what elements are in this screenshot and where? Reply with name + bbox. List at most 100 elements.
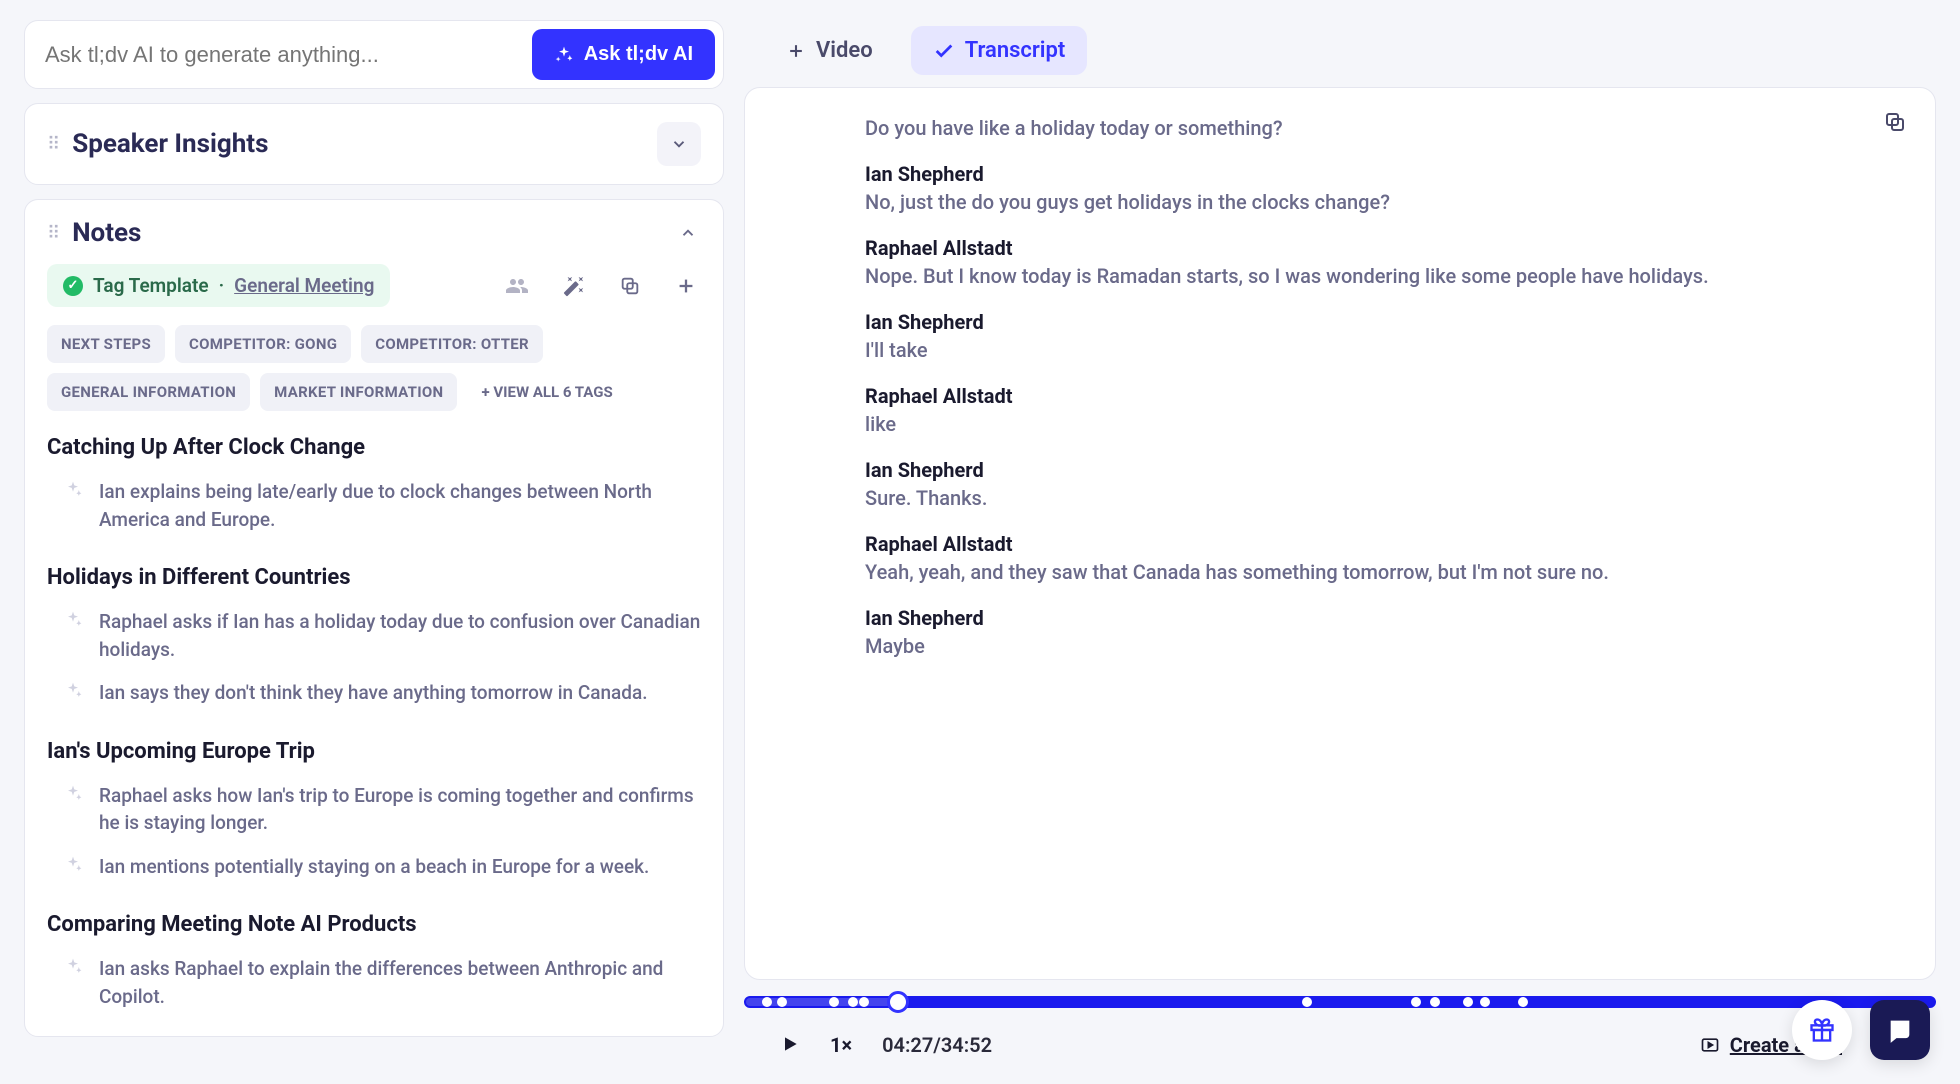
tag-chip[interactable]: COMPETITOR: GONG — [175, 325, 351, 363]
note-section-title: Catching Up After Clock Change — [47, 435, 701, 460]
timeline-marker[interactable] — [1411, 997, 1421, 1007]
plus-icon — [675, 275, 697, 297]
note-text: Ian mentions potentially staying on a be… — [99, 853, 649, 881]
drag-handle-icon[interactable]: ⠿ — [47, 223, 58, 244]
gift-icon — [1808, 1016, 1836, 1044]
note-item[interactable]: Raphael asks if Ian has a holiday today … — [47, 600, 701, 671]
play-icon — [780, 1034, 800, 1054]
view-all-tags[interactable]: + VIEW ALL 6 TAGS — [467, 373, 626, 411]
transcript-line[interactable]: Ian ShepherdMaybe — [865, 604, 1899, 660]
timeline-marker[interactable] — [859, 997, 869, 1007]
check-icon — [933, 40, 955, 62]
tab-video[interactable]: Video — [764, 26, 895, 75]
transcript-line[interactable]: Raphael AllstadtYeah, yeah, and they saw… — [865, 530, 1899, 586]
playback-speed[interactable]: 1× — [830, 1033, 852, 1057]
ai-search-input[interactable] — [33, 32, 522, 78]
note-item[interactable]: Ian mentions potentially staying on a be… — [47, 845, 701, 889]
sparkle-icon — [63, 784, 83, 804]
check-circle-icon: ✓ — [63, 276, 83, 296]
note-text: Ian asks Raphael to explain the differen… — [99, 955, 701, 1010]
note-section-title: Holidays in Different Countries — [47, 565, 701, 590]
transcript-text: Nope. But I know today is Ramadan starts… — [865, 262, 1899, 290]
tab-video-label: Video — [816, 38, 873, 63]
transcript-line[interactable]: Ian ShepherdI'll take — [865, 308, 1899, 364]
timeline-thumb[interactable] — [887, 991, 909, 1013]
speaker-insights-toggle[interactable] — [657, 122, 701, 166]
timeline-marker[interactable] — [777, 997, 787, 1007]
transcript-text: I'll take — [865, 336, 1899, 364]
speaker-insights-panel: ⠿ Speaker Insights — [24, 103, 724, 185]
transcript-line[interactable]: Do you have like a holiday today or some… — [865, 114, 1899, 142]
note-text: Raphael asks if Ian has a holiday today … — [99, 608, 701, 663]
transcript-speaker: Ian Shepherd — [865, 456, 1899, 484]
note-item[interactable]: Ian asks Raphael to explain the differen… — [47, 947, 701, 1018]
notes-panel: ⠿ Notes ✓ Tag Template · General Meeting — [24, 199, 724, 1037]
tab-transcript[interactable]: Transcript — [911, 26, 1088, 75]
tab-transcript-label: Transcript — [965, 38, 1066, 63]
tag-chip[interactable]: COMPETITOR: OTTER — [361, 325, 543, 363]
timeline-marker[interactable] — [1463, 997, 1473, 1007]
note-item[interactable]: Ian explains being late/early due to clo… — [47, 470, 701, 541]
tag-template-badge[interactable]: ✓ Tag Template · General Meeting — [47, 264, 390, 307]
intercom-button[interactable] — [1870, 1000, 1930, 1060]
gift-button[interactable] — [1792, 1000, 1852, 1060]
tag-template-sep: · — [219, 274, 225, 297]
sparkle-icon — [63, 610, 83, 630]
timeline-marker[interactable] — [848, 997, 858, 1007]
play-button[interactable] — [780, 1034, 800, 1057]
people-icon-button[interactable] — [501, 270, 533, 302]
transcript-text: Yeah, yeah, and they saw that Canada has… — [865, 558, 1899, 586]
transcript-text: Maybe — [865, 632, 1899, 660]
transcript-line[interactable]: Ian ShepherdNo, just the do you guys get… — [865, 160, 1899, 216]
transcript-speaker: Raphael Allstadt — [865, 530, 1899, 558]
copy-notes-button[interactable] — [615, 271, 645, 301]
transcript-text: No, just the do you guys get holidays in… — [865, 188, 1899, 216]
chevron-down-icon — [670, 135, 688, 153]
note-item[interactable]: Raphael asks how Ian's trip to Europe is… — [47, 774, 701, 845]
drag-handle-icon[interactable]: ⠿ — [47, 134, 58, 155]
ask-ai-button[interactable]: Ask tl;dv AI — [532, 29, 715, 80]
note-section-title: Ian's Upcoming Europe Trip — [47, 739, 701, 764]
note-item[interactable]: Ian says they don't think they have anyt… — [47, 671, 701, 715]
copy-transcript-button[interactable] — [1883, 110, 1907, 137]
time-display: 04:27/34:52 — [882, 1033, 992, 1057]
tag-chip[interactable]: GENERAL INFORMATION — [47, 373, 250, 411]
timeline-marker[interactable] — [1480, 997, 1490, 1007]
timeline[interactable] — [744, 996, 1936, 1008]
transcript-panel: Do you have like a holiday today or some… — [744, 87, 1936, 980]
tags-row: NEXT STEPS COMPETITOR: GONG COMPETITOR: OT… — [47, 325, 701, 411]
notes-title: Notes — [72, 218, 141, 248]
intercom-icon — [1886, 1016, 1914, 1044]
transcript-line[interactable]: Raphael Allstadtlike — [865, 382, 1899, 438]
tag-template-link[interactable]: General Meeting — [234, 274, 374, 297]
transcript-line[interactable]: Ian ShepherdSure. Thanks. — [865, 456, 1899, 512]
timeline-marker[interactable] — [1518, 997, 1528, 1007]
timeline-marker[interactable] — [1302, 997, 1312, 1007]
transcript-speaker: Ian Shepherd — [865, 308, 1899, 336]
transcript-speaker: Raphael Allstadt — [865, 234, 1899, 262]
sparkle-icon — [63, 855, 83, 875]
people-icon — [505, 274, 529, 298]
ai-search-row: Ask tl;dv AI — [24, 20, 724, 89]
transcript-scroll[interactable]: Do you have like a holiday today or some… — [865, 114, 1899, 943]
magic-wand-icon — [563, 275, 585, 297]
note-text: Raphael asks how Ian's trip to Europe is… — [99, 782, 701, 837]
tag-template-row: ✓ Tag Template · General Meeting — [47, 264, 701, 307]
transcript-line[interactable]: Raphael AllstadtNope. But I know today i… — [865, 234, 1899, 290]
transcript-speaker: Raphael Allstadt — [865, 382, 1899, 410]
sparkle-icon — [554, 45, 574, 65]
tag-chip[interactable]: NEXT STEPS — [47, 325, 165, 363]
timeline-marker[interactable] — [1430, 997, 1440, 1007]
notes-collapse-toggle[interactable] — [675, 220, 701, 246]
player: 1× 04:27/34:52 Create a clip — [744, 990, 1936, 1064]
copy-icon — [1883, 110, 1907, 134]
clip-icon — [1700, 1035, 1720, 1055]
magic-wand-button[interactable] — [559, 271, 589, 301]
add-note-button[interactable] — [671, 271, 701, 301]
sparkle-icon — [63, 681, 83, 701]
tag-chip[interactable]: MARKET INFORMATION — [260, 373, 457, 411]
timeline-marker[interactable] — [829, 997, 839, 1007]
timeline-marker[interactable] — [762, 997, 772, 1007]
ask-ai-label: Ask tl;dv AI — [584, 43, 693, 66]
transcript-text: Sure. Thanks. — [865, 484, 1899, 512]
